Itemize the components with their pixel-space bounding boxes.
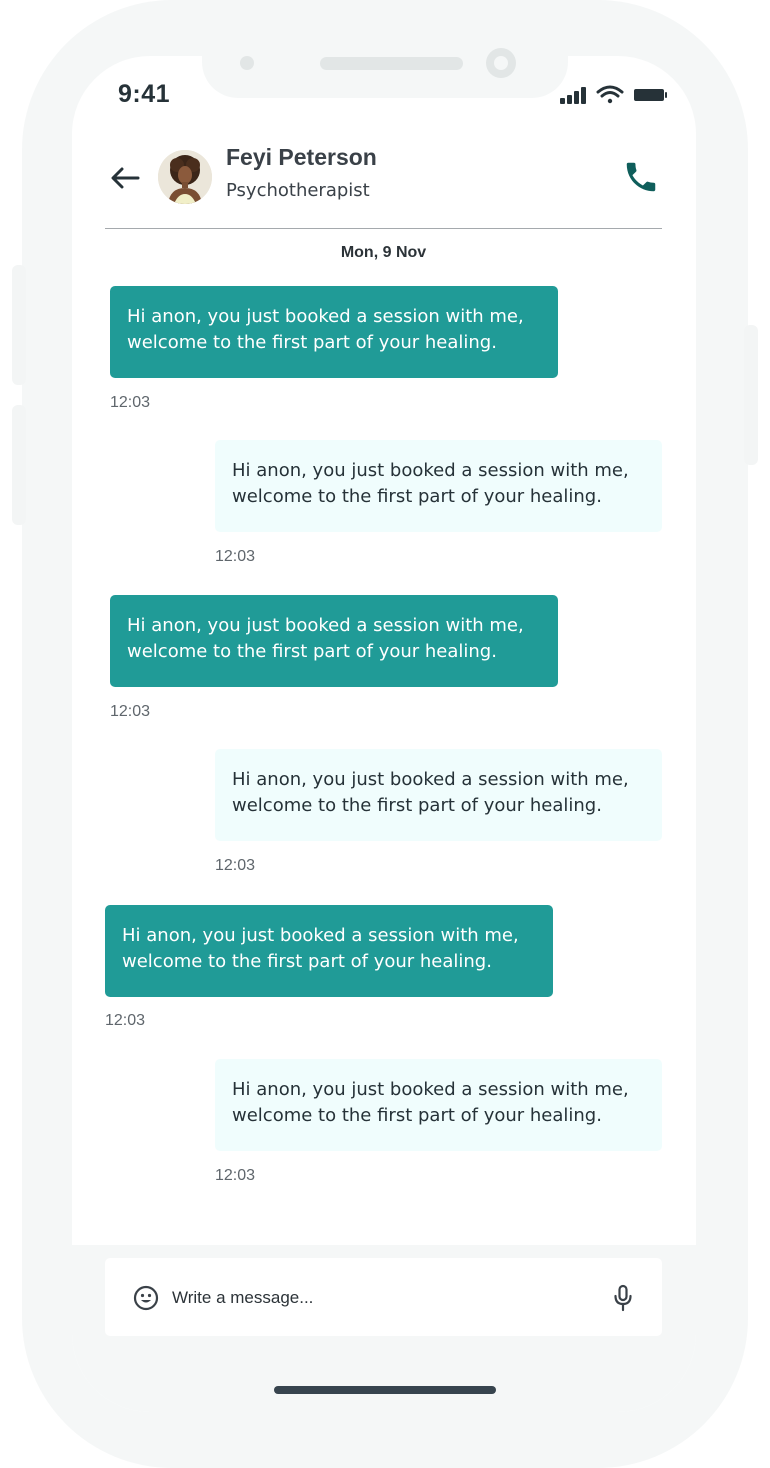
message-input[interactable] xyxy=(172,1284,592,1312)
wifi-icon xyxy=(596,85,624,104)
contact-name: Feyi Peterson xyxy=(226,144,377,170)
message-timestamp: 12:03 xyxy=(215,548,256,565)
notch-sensor xyxy=(240,56,254,70)
incoming-message-bubble[interactable]: Hi anon, you just booked a session with … xyxy=(110,595,558,687)
message-timestamp: 12:03 xyxy=(105,1012,146,1029)
home-indicator[interactable] xyxy=(274,1386,496,1394)
outgoing-message-bubble[interactable]: Hi anon, you just booked a session with … xyxy=(215,749,662,841)
incoming-message-bubble[interactable]: Hi anon, you just booked a session with … xyxy=(105,905,553,997)
message-timestamp: 12:03 xyxy=(215,857,256,874)
smiley-icon[interactable] xyxy=(133,1285,159,1311)
microphone-icon[interactable] xyxy=(610,1284,636,1312)
header-divider xyxy=(105,228,662,229)
front-camera xyxy=(486,48,516,78)
avatar[interactable] xyxy=(158,150,212,204)
phone-icon[interactable] xyxy=(622,158,660,196)
message-timestamp: 12:03 xyxy=(215,1167,256,1184)
battery-icon xyxy=(634,89,667,101)
contact-role: Psychotherapist xyxy=(226,180,370,201)
phone-side-button xyxy=(12,405,26,525)
outgoing-message-bubble[interactable]: Hi anon, you just booked a session with … xyxy=(215,1059,662,1151)
notch xyxy=(202,0,568,98)
notch-speaker xyxy=(320,57,463,70)
date-separator: Mon, 9 Nov xyxy=(340,244,427,261)
status-icons xyxy=(560,84,670,106)
incoming-message-bubble[interactable]: Hi anon, you just booked a session with … xyxy=(110,286,558,378)
phone-side-button xyxy=(12,265,26,385)
back-arrow-icon[interactable] xyxy=(108,160,144,196)
status-time: 9:41 xyxy=(118,80,171,108)
phone-side-button xyxy=(744,325,758,465)
outgoing-message-bubble[interactable]: Hi anon, you just booked a session with … xyxy=(215,440,662,532)
message-timestamp: 12:03 xyxy=(110,394,151,411)
message-timestamp: 12:03 xyxy=(110,703,151,720)
cellular-signal-icon xyxy=(560,87,586,104)
